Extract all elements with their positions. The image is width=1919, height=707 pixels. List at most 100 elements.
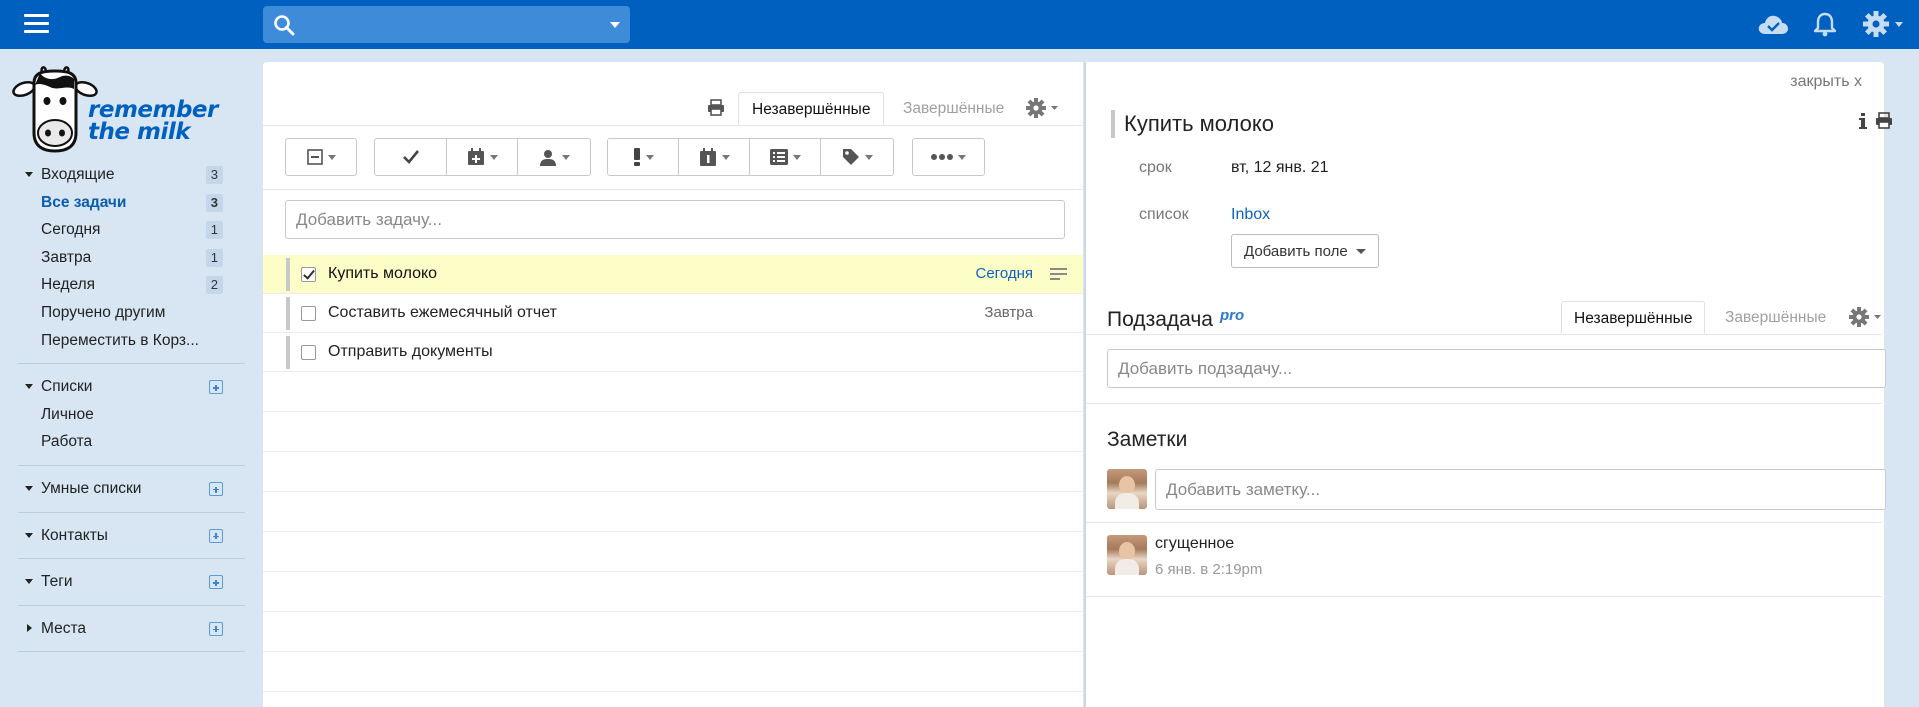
- person-icon: [539, 149, 556, 166]
- task-checkbox[interactable]: [301, 306, 316, 321]
- select-button[interactable]: [286, 139, 356, 175]
- note-text[interactable]: сгущенное: [1155, 535, 1234, 553]
- list-value-link[interactable]: Inbox: [1231, 206, 1270, 224]
- more-button[interactable]: [913, 139, 984, 175]
- sidebar-item-label: Теги: [41, 573, 73, 591]
- note-timestamp: 6 янв. в 2:19pm: [1155, 561, 1263, 578]
- bell-icon[interactable]: [1813, 11, 1837, 37]
- sidebar-item-week[interactable]: Неделя 2: [0, 271, 245, 299]
- logo[interactable]: remember the milk: [12, 63, 218, 163]
- add-note-input[interactable]: [1155, 469, 1886, 510]
- expand-caret-icon[interactable]: [25, 532, 33, 538]
- due-value[interactable]: вт, 12 янв. 21: [1231, 159, 1329, 177]
- subtask-settings-icon[interactable]: [1848, 305, 1884, 329]
- print-icon[interactable]: [1875, 112, 1893, 129]
- tab-subtasks-incomplete[interactable]: Незавершённые: [1561, 301, 1706, 334]
- cow-logo-icon: [12, 66, 98, 153]
- postpone-button[interactable]: [447, 139, 518, 175]
- expand-caret-icon[interactable]: [25, 172, 33, 177]
- sidebar-item-label: Все задачи: [41, 193, 127, 211]
- task-row[interactable]: Купить молоко Сегодня: [263, 255, 1083, 294]
- divider: [18, 464, 245, 466]
- search-input[interactable]: [309, 12, 589, 37]
- add-smart-list-icon[interactable]: [209, 481, 223, 496]
- list-settings-icon[interactable]: [1025, 96, 1061, 120]
- priority-bar: [286, 336, 290, 369]
- add-task-input[interactable]: [285, 200, 1065, 239]
- select-group: [285, 138, 357, 176]
- sidebar-item-tags[interactable]: Теги: [0, 568, 245, 596]
- priority-bar: [1111, 110, 1115, 138]
- empty-row: [263, 612, 1083, 652]
- task-name[interactable]: Отправить документы: [328, 333, 493, 371]
- sidebar-item-label: Работа: [41, 433, 93, 451]
- sidebar-item-given-to-others[interactable]: Поручено другим: [0, 299, 245, 327]
- sidebar-item-work[interactable]: Работа: [0, 428, 245, 456]
- empty-row: [263, 532, 1083, 572]
- add-place-icon[interactable]: [209, 621, 223, 636]
- list-label: список: [1139, 206, 1189, 223]
- tab-completed[interactable]: Завершённые: [890, 92, 1017, 126]
- expand-caret-icon[interactable]: [25, 384, 33, 390]
- task-name[interactable]: Составить ежемесячный отчет: [328, 294, 557, 332]
- add-tag-icon[interactable]: [209, 575, 223, 590]
- task-name[interactable]: Купить молоко: [328, 255, 437, 293]
- search-dropdown-icon[interactable]: [610, 22, 620, 28]
- tab-incomplete[interactable]: Незавершённые: [738, 92, 885, 126]
- subtasks-heading: Подзадача: [1107, 308, 1213, 331]
- divider: [263, 189, 1083, 190]
- sidebar-item-places[interactable]: Места: [0, 615, 245, 643]
- gear-icon[interactable]: [1862, 10, 1904, 38]
- tab-subtasks-completed[interactable]: Завершённые: [1713, 301, 1838, 334]
- add-field-button[interactable]: Добавить поле: [1231, 234, 1379, 268]
- search-box[interactable]: [263, 6, 630, 43]
- info-icon[interactable]: [1859, 113, 1867, 129]
- divider: [18, 363, 245, 365]
- more-group: [912, 138, 985, 176]
- sidebar-item-trash[interactable]: Переместить в Корз...: [0, 327, 245, 355]
- task-actions-group: [374, 138, 591, 176]
- sidebar-item-smart-lists[interactable]: Умные списки: [0, 475, 245, 503]
- add-list-icon[interactable]: [209, 380, 223, 395]
- complete-button[interactable]: [375, 139, 447, 175]
- count-badge: 3: [205, 193, 223, 212]
- due-date-button[interactable]: [679, 139, 750, 175]
- expand-caret-icon[interactable]: [25, 485, 33, 491]
- more-dots-icon: [931, 154, 953, 160]
- empty-row: [263, 452, 1083, 492]
- sidebar-item-today[interactable]: Сегодня 1: [0, 216, 245, 244]
- expand-caret-icon[interactable]: [25, 579, 33, 585]
- assign-button[interactable]: [518, 139, 590, 175]
- sidebar-item-inbox[interactable]: Входящие 3: [0, 161, 245, 189]
- sidebar-item-tomorrow[interactable]: Завтра 1: [0, 244, 245, 272]
- exclamation-icon: [633, 148, 640, 166]
- collapse-caret-icon[interactable]: [27, 623, 32, 632]
- chevron-down-icon: [1356, 249, 1366, 254]
- sidebar-item-all-tasks[interactable]: Все задачи 3: [0, 189, 245, 217]
- sidebar-item-label: Завтра: [41, 248, 92, 266]
- task-details-icon[interactable]: [1050, 268, 1067, 283]
- add-contact-icon[interactable]: [209, 528, 223, 543]
- task-list-panel: Незавершённые Завершённые Добавить задач…: [263, 62, 1083, 707]
- sidebar-item-lists[interactable]: Списки: [0, 373, 245, 401]
- add-subtask-input[interactable]: [1107, 349, 1886, 388]
- sidebar-item-contacts[interactable]: Контакты: [0, 522, 245, 550]
- divider: [18, 604, 245, 606]
- task-checkbox[interactable]: [301, 345, 316, 360]
- task-row[interactable]: Составить ежемесячный отчет Завтра: [263, 294, 1083, 333]
- list-icon: [769, 149, 788, 165]
- tag-button[interactable]: [821, 139, 893, 175]
- empty-row: [263, 412, 1083, 452]
- menu-icon[interactable]: [24, 14, 49, 34]
- task-row[interactable]: Отправить документы: [263, 333, 1083, 372]
- print-icon[interactable]: [707, 99, 725, 116]
- priority-button[interactable]: [608, 139, 679, 175]
- divider: [1086, 403, 1882, 404]
- task-checkbox[interactable]: [301, 267, 316, 282]
- sidebar-item-label: Места: [41, 619, 87, 637]
- sidebar-item-personal[interactable]: Личное: [0, 401, 245, 429]
- cloud-sync-icon[interactable]: [1757, 12, 1789, 36]
- move-to-list-button[interactable]: [750, 139, 821, 175]
- task-title[interactable]: Купить молоко: [1124, 110, 1274, 138]
- close-details-link[interactable]: закрыть x: [1790, 73, 1862, 91]
